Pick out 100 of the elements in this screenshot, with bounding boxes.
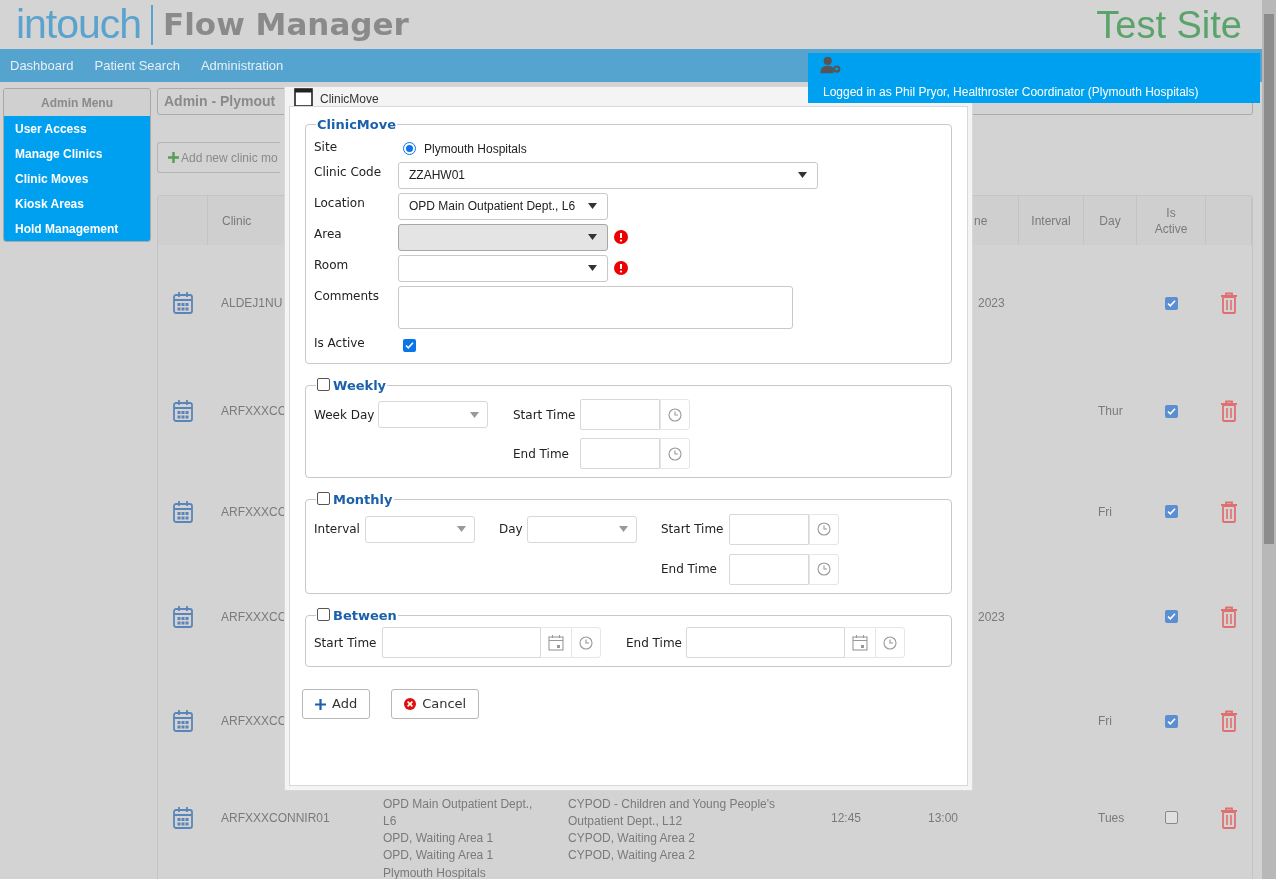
clock-icon bbox=[668, 407, 682, 422]
field-label: Interval bbox=[314, 521, 361, 538]
nav-link[interactable]: Administration bbox=[200, 55, 284, 76]
product-name: Flow Manager bbox=[163, 9, 409, 40]
caret-icon bbox=[588, 234, 597, 240]
comments-field[interactable] bbox=[398, 285, 793, 329]
clock-icon bbox=[579, 635, 593, 650]
nav-link[interactable]: Dashboard bbox=[10, 55, 74, 76]
add-button[interactable]: Add bbox=[302, 689, 371, 719]
table-cell-text: 13:00 bbox=[928, 809, 959, 827]
time-field[interactable] bbox=[580, 438, 660, 469]
time-field[interactable] bbox=[686, 627, 845, 658]
dropdown[interactable]: ZZAHW01 bbox=[398, 161, 818, 189]
checkbox[interactable] bbox=[1165, 505, 1178, 518]
dialog-title: ClinicMove bbox=[320, 92, 379, 106]
dropdown[interactable] bbox=[378, 401, 488, 428]
column-header: Interval bbox=[1031, 212, 1071, 229]
caret-icon bbox=[798, 172, 807, 178]
checkbox[interactable] bbox=[317, 607, 330, 621]
caret-icon bbox=[588, 265, 597, 271]
trash-icon[interactable] bbox=[1220, 500, 1238, 523]
field-label: Start Time bbox=[513, 406, 577, 424]
menu-item[interactable]: Hold Management bbox=[4, 216, 150, 241]
time-field[interactable] bbox=[382, 627, 541, 658]
menu-item[interactable]: Clinic Moves bbox=[4, 166, 150, 191]
dropdown[interactable] bbox=[398, 254, 608, 282]
radio-label: Plymouth Hospitals bbox=[424, 140, 527, 158]
trash-icon[interactable] bbox=[1220, 710, 1238, 732]
table-cell-text: 2023 bbox=[978, 295, 1005, 312]
table-cell: Thur bbox=[1098, 404, 1123, 418]
table-cell-text: OPD Main Outpatient Dept., L6 bbox=[383, 796, 534, 830]
checkbox[interactable] bbox=[1165, 404, 1178, 418]
cancel-button[interactable]: Cancel bbox=[391, 689, 480, 719]
time-field[interactable] bbox=[729, 513, 809, 545]
table-cell: 12:45 bbox=[831, 810, 862, 825]
clock-button[interactable] bbox=[809, 553, 839, 585]
caret-icon bbox=[588, 203, 597, 209]
dropdown[interactable]: OPD Main Outpatient Dept., L6 bbox=[398, 192, 608, 220]
trash-icon[interactable] bbox=[1220, 605, 1238, 628]
field-label: Is Active bbox=[314, 334, 366, 352]
calendar-icon bbox=[173, 400, 193, 422]
dropdown[interactable] bbox=[365, 515, 475, 543]
field-label: Start Time bbox=[661, 521, 725, 538]
calendar-icon bbox=[173, 292, 193, 314]
calendar-icon bbox=[173, 605, 193, 628]
cancel-icon bbox=[404, 698, 417, 710]
scrollbar-thumb[interactable] bbox=[1264, 14, 1274, 544]
table-cell-text: CYPOD - Children and Young People's Outpatient Dept., L12 bbox=[568, 796, 777, 830]
table-cell-text: Plymouth Hospitals bbox=[383, 865, 487, 879]
field-label: End Time bbox=[626, 634, 683, 652]
site-label: Test Site bbox=[1096, 5, 1242, 44]
section-title: Monthly bbox=[333, 491, 393, 509]
table-cell: ALDEJ1NU bbox=[221, 296, 283, 310]
calendar-icon bbox=[548, 634, 564, 651]
field-label: End Time bbox=[661, 561, 718, 578]
field-label: Room bbox=[314, 256, 350, 274]
menu-item[interactable]: User Access bbox=[4, 116, 150, 141]
field-label: Week Day bbox=[314, 406, 376, 424]
checkbox[interactable] bbox=[317, 377, 330, 391]
caret-icon bbox=[457, 526, 466, 532]
checkbox[interactable] bbox=[1165, 296, 1178, 310]
clock-icon bbox=[668, 446, 682, 461]
clock-button[interactable] bbox=[660, 399, 690, 430]
checkbox[interactable] bbox=[1165, 610, 1178, 623]
caret-icon bbox=[619, 526, 628, 532]
clock-button[interactable] bbox=[660, 438, 690, 469]
clock-button[interactable] bbox=[571, 627, 601, 658]
time-field[interactable] bbox=[729, 553, 809, 585]
calendar-button[interactable] bbox=[541, 627, 571, 658]
plus-icon bbox=[168, 152, 179, 163]
field-label: End Time bbox=[513, 445, 570, 463]
table-cell-text: CYPOD, Waiting Area 2 bbox=[568, 847, 696, 864]
trash-icon[interactable] bbox=[1220, 400, 1238, 422]
clock-icon bbox=[883, 635, 897, 650]
add-clinic-move-button[interactable]: Add new clinic mo bbox=[157, 142, 280, 173]
dropdown[interactable] bbox=[527, 515, 637, 543]
clock-button[interactable] bbox=[875, 627, 905, 658]
clock-icon bbox=[817, 522, 831, 536]
field-label: Start Time bbox=[314, 634, 378, 652]
clock-button[interactable] bbox=[809, 513, 839, 545]
checkbox[interactable] bbox=[1165, 714, 1178, 728]
caret-icon bbox=[470, 411, 479, 418]
nav-link[interactable]: Patient Search bbox=[94, 55, 180, 76]
checkbox[interactable] bbox=[1165, 811, 1178, 824]
menu-item[interactable]: Manage Clinics bbox=[4, 141, 150, 166]
menu-item[interactable]: Kiosk Areas bbox=[4, 191, 150, 216]
section-title: Between bbox=[333, 606, 397, 625]
checkbox[interactable] bbox=[317, 492, 330, 506]
calendar-icon bbox=[173, 806, 193, 829]
calendar-button[interactable] bbox=[845, 627, 875, 658]
field-label: Clinic Code bbox=[314, 163, 383, 181]
table-cell: ARFXXXCC bbox=[221, 609, 287, 624]
calendar-icon bbox=[173, 710, 193, 732]
time-field[interactable] bbox=[580, 399, 660, 430]
checkbox[interactable] bbox=[403, 338, 416, 352]
trash-icon[interactable] bbox=[1220, 292, 1238, 314]
plus-icon bbox=[315, 698, 326, 710]
trash-icon[interactable] bbox=[1220, 806, 1238, 829]
table-cell: ARFXXXCC bbox=[221, 404, 287, 418]
table-cell: Fri bbox=[1098, 714, 1112, 728]
